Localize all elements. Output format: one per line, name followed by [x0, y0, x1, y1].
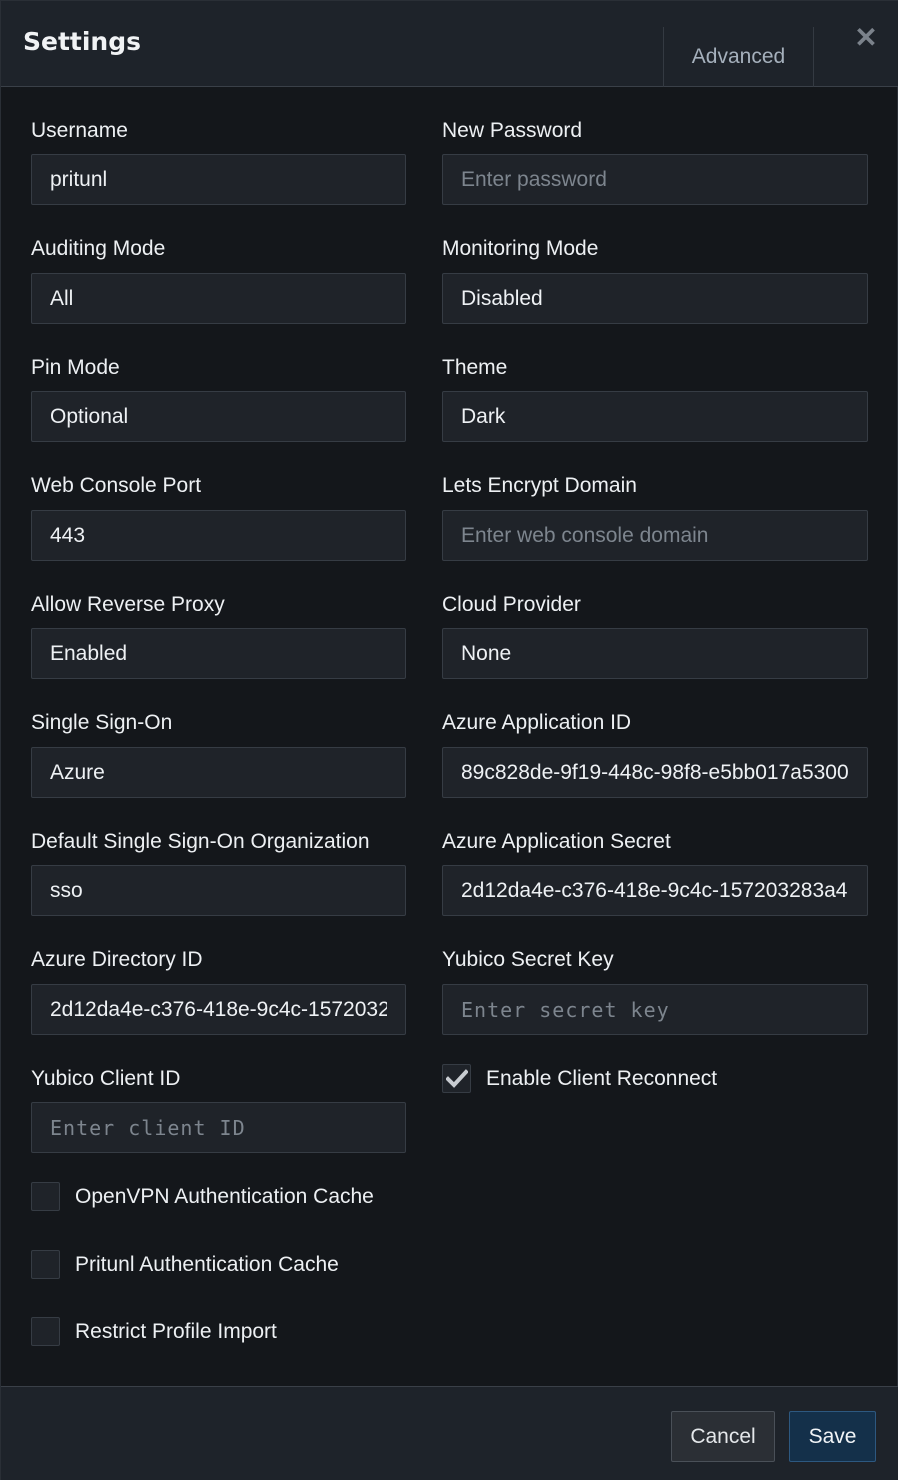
- username-field[interactable]: [31, 154, 406, 205]
- azure-application-id-label: Azure Application ID: [442, 711, 632, 734]
- pritunl-auth-cache-box[interactable]: [31, 1250, 60, 1279]
- monitoring-mode-value: Disabled: [461, 286, 543, 310]
- new-password-input[interactable]: [461, 167, 849, 192]
- enable-client-reconnect-box[interactable]: [442, 1064, 471, 1093]
- azure-application-secret-field[interactable]: [442, 865, 868, 916]
- cloud-provider-select[interactable]: None: [442, 628, 868, 679]
- cancel-button[interactable]: Cancel: [671, 1411, 775, 1462]
- web-console-port-label: Web Console Port: [31, 474, 202, 497]
- new-password-label: New Password: [442, 119, 583, 142]
- openvpn-auth-cache-checkbox[interactable]: OpenVPN Authentication Cache: [31, 1182, 374, 1211]
- restrict-profile-import-box[interactable]: [31, 1317, 60, 1346]
- yubico-client-id-input[interactable]: [50, 1115, 387, 1140]
- enable-client-reconnect-checkbox[interactable]: Enable Client Reconnect: [442, 1064, 717, 1093]
- default-sso-org-value: sso: [50, 878, 83, 902]
- theme-label: Theme: [442, 356, 508, 379]
- new-password-field[interactable]: [442, 154, 868, 205]
- default-sso-org-label: Default Single Sign-On Organization: [31, 830, 370, 853]
- lets-encrypt-domain-field[interactable]: [442, 510, 868, 561]
- pritunl-auth-cache-label: Pritunl Authentication Cache: [75, 1252, 339, 1276]
- azure-directory-id-field[interactable]: [31, 984, 406, 1035]
- dialog-title: Settings: [23, 27, 142, 56]
- close-icon[interactable]: ✕: [853, 24, 879, 52]
- auditing-mode-label: Auditing Mode: [31, 237, 166, 260]
- azure-directory-id-label: Azure Directory ID: [31, 948, 203, 971]
- lets-encrypt-domain-input[interactable]: [461, 523, 849, 548]
- azure-directory-id-input[interactable]: [50, 997, 387, 1022]
- settings-dialog: Settings Advanced ✕ Username New Passwor…: [0, 0, 898, 1480]
- lets-encrypt-domain-label: Lets Encrypt Domain: [442, 474, 637, 497]
- azure-application-secret-label: Azure Application Secret: [442, 830, 671, 853]
- restrict-profile-import-checkbox[interactable]: Restrict Profile Import: [31, 1317, 277, 1346]
- save-button[interactable]: Save: [789, 1411, 876, 1462]
- single-sign-on-label: Single Sign-On: [31, 711, 173, 734]
- yubico-secret-key-label: Yubico Secret Key: [442, 948, 614, 971]
- auditing-mode-value: All: [50, 286, 74, 310]
- yubico-client-id-field[interactable]: [31, 1102, 406, 1153]
- pin-mode-select[interactable]: Optional: [31, 391, 406, 442]
- openvpn-auth-cache-label: OpenVPN Authentication Cache: [75, 1184, 374, 1208]
- allow-reverse-proxy-value: Enabled: [50, 641, 128, 665]
- yubico-secret-key-input[interactable]: [461, 997, 849, 1022]
- advanced-tab[interactable]: Advanced: [663, 27, 814, 87]
- allow-reverse-proxy-label: Allow Reverse Proxy: [31, 593, 225, 616]
- username-input[interactable]: [50, 167, 387, 192]
- dialog-footer: Cancel Save: [1, 1386, 898, 1480]
- openvpn-auth-cache-box[interactable]: [31, 1182, 60, 1211]
- monitoring-mode-select[interactable]: Disabled: [442, 273, 868, 324]
- pin-mode-value: Optional: [50, 404, 129, 428]
- default-sso-org-select[interactable]: sso: [31, 865, 406, 916]
- monitoring-mode-label: Monitoring Mode: [442, 237, 599, 260]
- allow-reverse-proxy-select[interactable]: Enabled: [31, 628, 406, 679]
- auditing-mode-select[interactable]: All: [31, 273, 406, 324]
- restrict-profile-import-label: Restrict Profile Import: [75, 1319, 277, 1343]
- yubico-client-id-label: Yubico Client ID: [31, 1067, 181, 1090]
- dialog-header: Settings Advanced ✕: [1, 1, 898, 87]
- enable-client-reconnect-label: Enable Client Reconnect: [486, 1066, 718, 1090]
- azure-application-secret-input[interactable]: [461, 878, 849, 903]
- username-label: Username: [31, 119, 128, 142]
- checkmark-icon: [445, 1068, 468, 1088]
- cloud-provider-label: Cloud Provider: [442, 593, 581, 616]
- web-console-port-input[interactable]: [50, 523, 387, 548]
- pin-mode-label: Pin Mode: [31, 356, 120, 379]
- azure-application-id-field[interactable]: [442, 747, 868, 798]
- pritunl-auth-cache-checkbox[interactable]: Pritunl Authentication Cache: [31, 1250, 339, 1279]
- azure-application-id-input[interactable]: [461, 760, 849, 785]
- theme-select[interactable]: Dark: [442, 391, 868, 442]
- single-sign-on-select[interactable]: Azure: [31, 747, 406, 798]
- theme-value: Dark: [461, 404, 506, 428]
- web-console-port-field[interactable]: [31, 510, 406, 561]
- yubico-secret-key-field[interactable]: [442, 984, 868, 1035]
- cloud-provider-value: None: [461, 641, 512, 665]
- single-sign-on-value: Azure: [50, 760, 105, 784]
